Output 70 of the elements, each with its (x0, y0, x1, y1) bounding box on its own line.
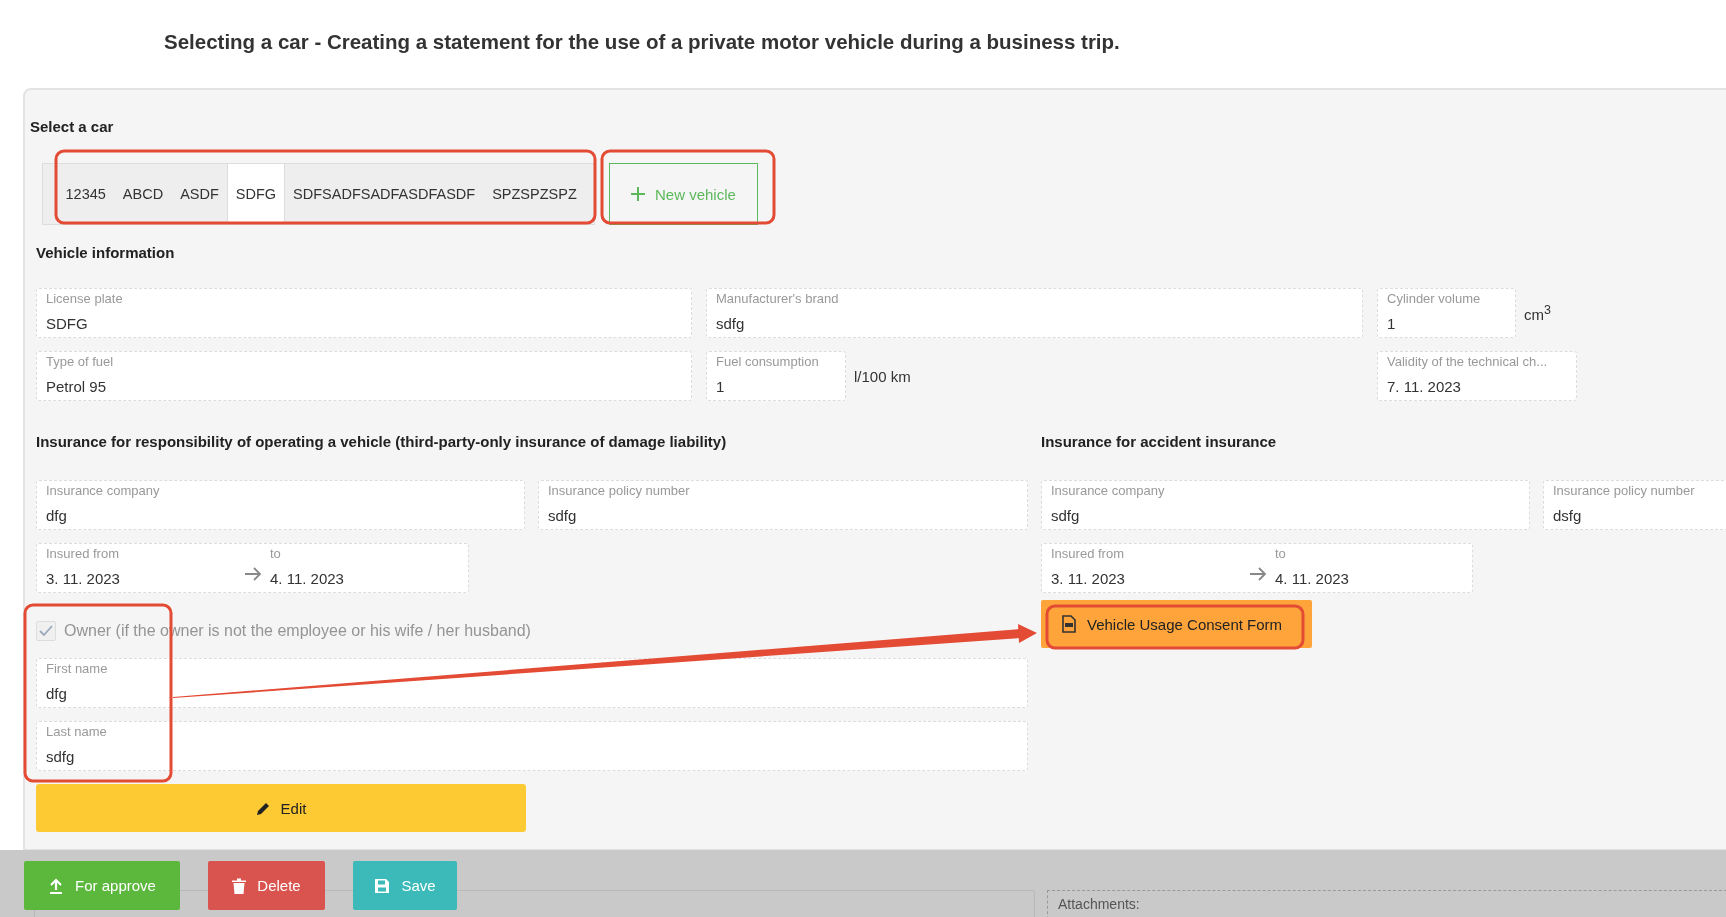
vehicle-tab[interactable]: 12345 (57, 164, 115, 224)
date-range-field[interactable]: Insured from 3. 11. 2023 to 4. 11. 2023 (1041, 543, 1473, 593)
field-label: Insurance policy number (548, 484, 690, 498)
input-field[interactable]: sdfg (1051, 507, 1520, 524)
text-field[interactable]: Validity of the technical ch... 7. 11. 2023 (1377, 351, 1577, 401)
input-field[interactable]: 7. 11. 2023 (1387, 378, 1567, 395)
text-field[interactable]: Insurance policy number sdfg (538, 480, 1028, 530)
text-field[interactable]: Last name sdfg (36, 721, 1028, 771)
input-field[interactable]: dfg (46, 685, 1018, 702)
field-label: Manufacturer's brand (716, 292, 839, 306)
input-field[interactable]: Petrol 95 (46, 378, 682, 395)
input-field[interactable]: sdfg (46, 748, 1018, 765)
vehicle-tab[interactable]: SDFSADFSADFASDFASDF (284, 164, 484, 224)
pencil-icon (255, 800, 271, 816)
text-field[interactable]: Insurance company sdfg (1041, 480, 1530, 530)
section-heading: Select a car (30, 118, 115, 135)
input-field[interactable]: dfg (46, 507, 515, 524)
field-label: to (1275, 547, 1286, 561)
field-label: Type of fuel (46, 355, 114, 369)
section-heading: Insurance for accident insurance (1041, 433, 1278, 450)
edit-button[interactable]: Edit (36, 784, 526, 832)
vehicle-tab[interactable]: SPZSPZSPZ (483, 164, 586, 224)
trash-icon (232, 877, 247, 894)
field-label: Insurance company (1051, 484, 1165, 498)
arrow-right-icon (1249, 567, 1267, 581)
attachments-label: Attachments: (1058, 896, 1140, 912)
field-label: Last name (46, 725, 107, 739)
field-label: License plate (46, 292, 123, 306)
input-field[interactable]: 4. 11. 2023 (270, 570, 459, 587)
section-heading: Vehicle information (36, 244, 176, 261)
input-field[interactable]: SDFG (46, 315, 682, 332)
text-field[interactable]: Fuel consumption 1 (706, 351, 846, 401)
vehicle-tab[interactable]: ABCD (114, 164, 172, 224)
input-field[interactable]: sdfg (548, 507, 1018, 524)
input-field[interactable]: 4. 11. 2023 (1275, 570, 1463, 587)
input-field[interactable]: 1 (716, 378, 836, 395)
field-label: Fuel consumption (716, 355, 819, 369)
field-label: Cylinder volume (1387, 292, 1481, 306)
text-field[interactable]: License plate SDFG (36, 288, 692, 338)
input-field[interactable]: 3. 11. 2023 (1051, 570, 1249, 587)
text-field[interactable]: Cylinder volume 1 (1377, 288, 1516, 338)
pdf-file-icon (1061, 615, 1077, 633)
text-field[interactable]: Manufacturer's brand sdfg (706, 288, 1363, 338)
input-field[interactable]: sdfg (716, 315, 1353, 332)
arrow-right-icon (244, 567, 262, 581)
field-label: Insured from (1051, 547, 1124, 561)
input-field[interactable]: 1 (1387, 315, 1506, 332)
unit-label: l/100 km (854, 367, 911, 385)
text-field[interactable]: Type of fuel Petrol 95 (36, 351, 692, 401)
text-field[interactable]: Insurance policy number dsfg (1543, 480, 1726, 530)
section-heading: Insurance for responsibility of operating a vehicle (third-party-only insurance of damage liability) (36, 433, 728, 450)
plus-icon (630, 186, 646, 202)
upload-icon (48, 877, 65, 894)
field-label: Insurance company (46, 484, 160, 498)
consent-form-button[interactable]: Vehicle Usage Consent Form (1041, 600, 1312, 648)
vehicle-tab[interactable]: ASDF (171, 164, 228, 224)
unit-label: cm$^{3}$ (1524, 303, 1551, 323)
page-title: Selecting a car - Creating a statement for the use of a private motor vehicle during a business trip. (163, 29, 1121, 55)
field-label: Insurance policy number (1553, 484, 1695, 498)
text-field[interactable]: Insurance company dfg (36, 480, 525, 530)
vehicle-tab[interactable]: SDFG (227, 164, 285, 224)
input-field[interactable]: 3. 11. 2023 (46, 570, 244, 587)
field-label: to (270, 547, 281, 561)
field-label: Insured from (46, 547, 119, 561)
delete-button[interactable]: Delete (208, 861, 325, 910)
field-label: Validity of the technical ch... (1387, 355, 1548, 369)
input-field[interactable]: dsfg (1553, 507, 1726, 524)
text-field[interactable]: First name dfg (36, 658, 1028, 708)
field-label: First name (46, 662, 108, 676)
date-range-field[interactable]: Insured from 3. 11. 2023 to 4. 11. 2023 (36, 543, 469, 593)
